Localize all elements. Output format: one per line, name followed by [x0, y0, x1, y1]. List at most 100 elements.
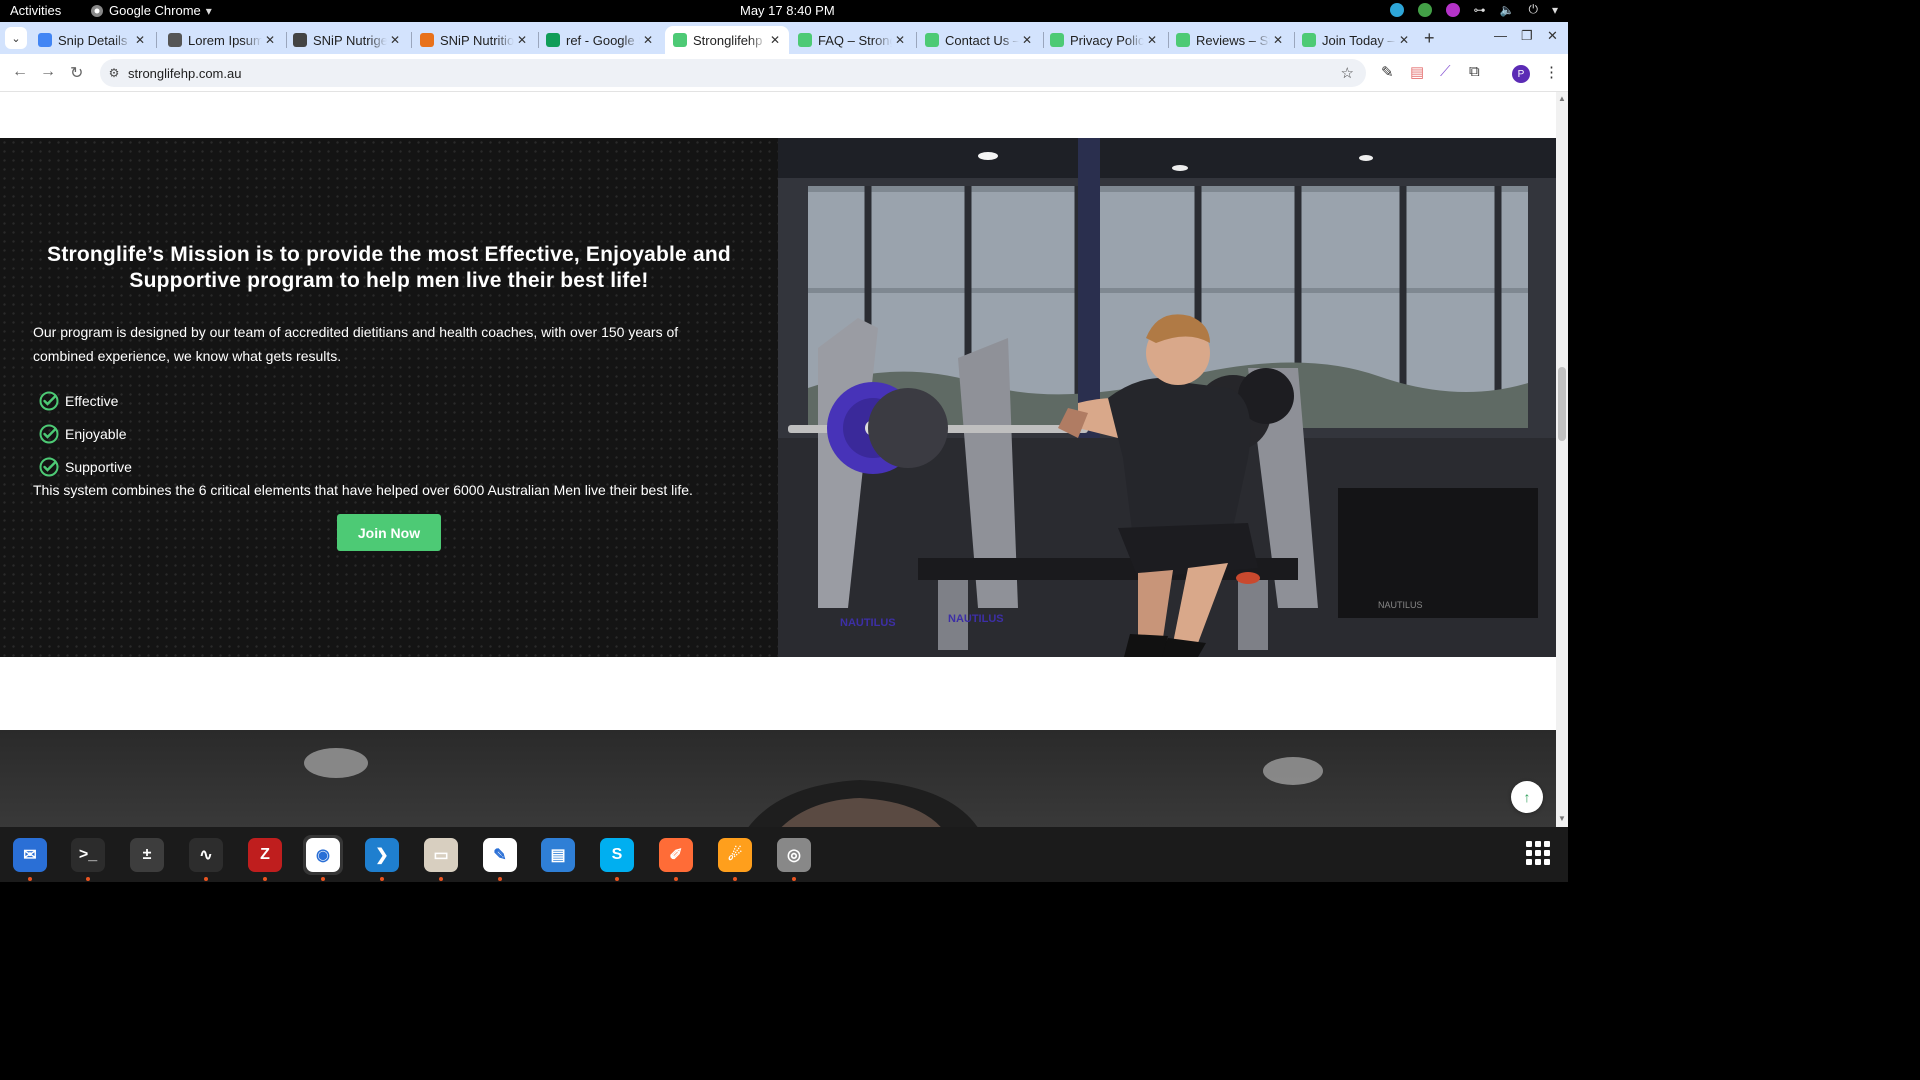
- thunderbird-icon[interactable]: ✉: [10, 835, 50, 875]
- chrome-icon[interactable]: ◉: [303, 835, 343, 875]
- back-icon[interactable]: ←: [12, 63, 28, 81]
- tab-8[interactable]: Contact Us – Stronglife✕: [917, 26, 1041, 54]
- close-tab-icon[interactable]: ✕: [892, 33, 908, 47]
- profile-avatar[interactable]: P: [1512, 65, 1530, 83]
- tab-10[interactable]: Reviews – Stronglife✕: [1168, 26, 1292, 54]
- running-indicator: [321, 877, 325, 881]
- power-icon[interactable]: ⏻: [1528, 2, 1538, 17]
- text-editor-icon[interactable]: ✎: [480, 835, 520, 875]
- libreoffice-writer-icon[interactable]: ▤: [538, 835, 578, 875]
- reload-icon[interactable]: ↻: [70, 63, 83, 83]
- tab-6[interactable]: Stronglifehp ✕: [665, 26, 789, 54]
- close-tab-icon[interactable]: ✕: [640, 33, 656, 47]
- list-item: Supportive: [38, 450, 132, 483]
- calendar-extension-icon[interactable]: ▤: [1410, 63, 1424, 81]
- activities-button[interactable]: Activities: [10, 3, 61, 18]
- close-tab-icon[interactable]: ✕: [1396, 33, 1412, 47]
- color-picker-icon[interactable]: [1445, 2, 1460, 17]
- close-tab-icon[interactable]: ✕: [1019, 33, 1035, 47]
- tab-2[interactable]: Lorem Ipsum ✕: [160, 26, 284, 54]
- gym-photo: NAUTILUS NAUTILUS NAUTILUS: [778, 138, 1556, 657]
- stronglife-icon: [925, 33, 939, 47]
- chrome-glyph: ◉: [306, 838, 340, 872]
- page-scrollbar[interactable]: ▲ ▼: [1556, 92, 1568, 827]
- postman-icon[interactable]: ✐: [656, 835, 696, 875]
- thunderbird-glyph: ✉: [13, 838, 47, 872]
- new-tab-button[interactable]: +: [1424, 28, 1435, 49]
- next-section-image: [304, 748, 1323, 827]
- close-window-icon[interactable]: ✕: [1547, 28, 1558, 44]
- files-icon[interactable]: ▭: [421, 835, 461, 875]
- pen-extension-icon[interactable]: ⟋: [1440, 63, 1451, 80]
- close-tab-icon[interactable]: ✕: [132, 33, 148, 47]
- tab-title: Lorem Ipsum: [188, 32, 262, 48]
- bookmark-star-icon[interactable]: ☆: [1341, 64, 1354, 82]
- firefox-dev-glyph: ☄: [718, 838, 752, 872]
- running-indicator: [28, 877, 32, 881]
- close-tab-icon[interactable]: ✕: [262, 33, 278, 47]
- url-text[interactable]: stronglifehp.com.au: [128, 66, 241, 81]
- scroll-down-icon[interactable]: ▼: [1558, 814, 1566, 823]
- tab-search-button[interactable]: ⌄: [5, 27, 27, 49]
- firefox-dev-icon[interactable]: ☄: [715, 835, 755, 875]
- dock: ✉ >_ ± ∿ Z ◉ ❯ ▭ ✎ ▤ S ✐ ☄ ◎: [0, 827, 1568, 882]
- filezilla-icon[interactable]: Z: [245, 835, 285, 875]
- tab-title: Stronglifehp: [693, 32, 763, 48]
- tab-5[interactable]: ref - Google Sheets✕: [538, 26, 662, 54]
- system-tray[interactable]: ⊶ 🔈 ⏻ ▾: [1389, 2, 1558, 17]
- volume-icon[interactable]: 🔈: [1500, 3, 1515, 17]
- app-menu-label: Google Chrome: [109, 3, 201, 18]
- forward-icon[interactable]: →: [40, 63, 56, 81]
- scrollbar-thumb[interactable]: [1558, 367, 1566, 441]
- system-monitor-icon[interactable]: ∿: [186, 835, 226, 875]
- tray-dropdown-icon[interactable]: ▾: [1552, 3, 1558, 17]
- close-tab-icon[interactable]: ✕: [1270, 33, 1286, 47]
- join-now-button[interactable]: Join Now: [337, 514, 441, 551]
- tab-9[interactable]: Privacy Policy ✕: [1042, 26, 1166, 54]
- check-circle-icon: [39, 391, 59, 410]
- stronglife-icon: [1302, 33, 1316, 47]
- tab-3[interactable]: SNiP Nutrigenomics✕: [285, 26, 409, 54]
- close-tab-icon[interactable]: ✕: [1144, 33, 1160, 47]
- files-glyph: ▭: [424, 838, 458, 872]
- scroll-to-top-button[interactable]: ↑: [1511, 781, 1543, 813]
- close-tab-icon[interactable]: ✕: [514, 33, 530, 47]
- clock[interactable]: May 17 8:40 PM: [740, 3, 835, 18]
- tab-4[interactable]: SNiP Nutrition ✕: [412, 26, 536, 54]
- running-indicator: [733, 877, 737, 881]
- tab-11[interactable]: Join Today – Stronglife✕: [1294, 26, 1418, 54]
- restore-icon[interactable]: ❐: [1521, 28, 1533, 44]
- terminal-icon[interactable]: >_: [68, 835, 108, 875]
- show-apps-icon[interactable]: [1526, 841, 1550, 865]
- lorem-icon: [168, 33, 182, 47]
- disk-glyph: ◎: [777, 838, 811, 872]
- checklist-label: Enjoyable: [65, 425, 127, 442]
- network-icon[interactable]: ⊶: [1474, 3, 1486, 17]
- stronglife-icon: [673, 33, 687, 47]
- stronglife-icon: [798, 33, 812, 47]
- vscode-icon[interactable]: ❯: [362, 835, 402, 875]
- address-bar[interactable]: ⚙ stronglifehp.com.au ☆: [100, 59, 1366, 87]
- disk-icon[interactable]: ◎: [774, 835, 814, 875]
- chrome-menu-icon[interactable]: ⋮: [1544, 63, 1559, 81]
- close-tab-icon[interactable]: ✕: [387, 33, 403, 47]
- skype-icon[interactable]: S: [597, 835, 637, 875]
- scroll-up-icon[interactable]: ▲: [1558, 94, 1566, 103]
- mission-lead: Our program is designed by our team of a…: [33, 324, 679, 364]
- tab-7[interactable]: FAQ – Stronglife✕: [790, 26, 914, 54]
- extensions-puzzle-icon[interactable]: ⧉: [1469, 63, 1480, 80]
- stronglife-icon: [1176, 33, 1190, 47]
- calculator-icon[interactable]: ±: [127, 835, 167, 875]
- close-tab-icon[interactable]: ✕: [767, 33, 783, 47]
- eyedropper-extension-icon[interactable]: ✎: [1381, 63, 1394, 81]
- tab-title: Snip Details: [58, 32, 128, 48]
- tab-1[interactable]: Snip Details ✕: [30, 26, 154, 54]
- minimize-icon[interactable]: —: [1494, 28, 1507, 43]
- sync-icon[interactable]: [1389, 2, 1404, 17]
- running-indicator: [380, 877, 384, 881]
- site-info-icon[interactable]: ⚙: [100, 66, 128, 80]
- brand-label: NAUTILUS: [948, 613, 1004, 625]
- app-menu[interactable]: Google Chrome ▾: [90, 3, 212, 18]
- system-monitor-glyph: ∿: [189, 838, 223, 872]
- check-status-icon[interactable]: [1417, 2, 1432, 17]
